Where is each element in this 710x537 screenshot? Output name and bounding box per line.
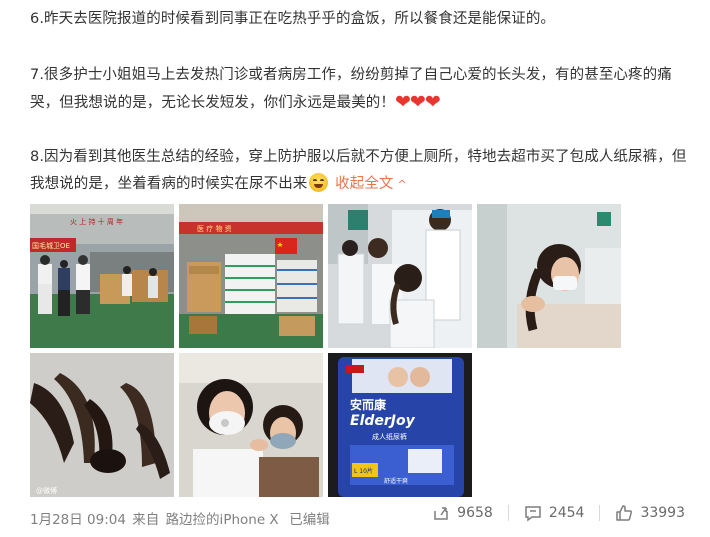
note-text: 舒适干爽 [384,477,408,485]
collapse-label: 收起全文 [335,176,394,192]
post-date[interactable]: 1月28日 09:04 [30,512,126,528]
photo-thumbnail-7[interactable]: 安而康 ElderJoy 成人纸尿裤 L 10片 舒适干爽 [328,353,472,497]
selfie-photo [179,353,323,497]
watermark-text: @微博 [36,486,57,495]
product-text: 成人纸尿裤 [372,432,407,441]
heart-emoji-icon: ❤❤❤ [395,91,441,113]
laugh-emoji-icon [309,173,329,192]
share-icon [434,507,448,520]
diaper-pack-photo: 安而康 ElderJoy 成人纸尿裤 L 10片 舒适干爽 [328,353,472,497]
woman-hair-photo [477,204,621,348]
comment-button[interactable]: 2454 [524,504,585,522]
comment-icon [525,506,541,522]
photo-thumbnail-1[interactable]: 火 上 持 十 周 年 国毛城卫OE [30,204,174,348]
post-paragraph-7: 7.很多护士小姐姐马上去发热门诊或者病房工作，纷纷剪掉了自己心爱的长头发，有的甚… [30,62,690,117]
thumbs-up-icon [616,505,633,521]
post-paragraph-7-text: 7.很多护士小姐姐马上去发热门诊或者病房工作，纷纷剪掉了自己心爱的长头发，有的甚… [30,67,672,111]
post-paragraph-6: 6.昨天去医院报道的时候看到同事正在吃热乎乎的盒饭，所以餐食还是能保证的。 [30,11,556,27]
photo-thumbnail-4[interactable] [477,204,621,348]
from-label: 来自 [132,512,160,528]
photo-thumbnail-3[interactable] [328,204,472,348]
chevron-up-icon: ^ [397,178,407,191]
haircut-photo [328,204,472,348]
post-source[interactable]: 路边捡的iPhone X [166,512,279,528]
edited-label[interactable]: 已编辑 [289,512,330,528]
post-paragraph-8: 8.因为看到其他医生总结的经验，穿上防护服以后就不方便上厕所，特地去超市买了包成… [30,144,690,198]
action-divider [507,505,509,521]
banner-text: 医 疗 物 资 [197,224,232,233]
photo-thumbnail-2[interactable]: 医 疗 物 资 [179,204,323,348]
action-divider [599,505,601,521]
collapse-full-text-link[interactable]: 收起全文 ^ [335,176,407,192]
repost-count: 9658 [457,505,493,521]
like-button[interactable]: 33993 [615,504,685,522]
supplies-photo: 医 疗 物 资 [179,204,323,348]
post-footer: 1月28日 09:04 来自 路边捡的iPhone X 已编辑 9658 245… [0,504,710,534]
banner-text-top: 火 上 持 十 周 年 [70,217,123,226]
post-meta: 1月28日 09:04 来自 路边捡的iPhone X 已编辑 [30,508,332,528]
cut-hair-photo: @微博 [30,353,174,497]
repost-button[interactable]: 9658 [432,504,493,522]
warehouse-photo: 火 上 持 十 周 年 国毛城卫OE [30,204,174,348]
comment-count: 2454 [548,505,585,521]
size-text: L 10片 [354,467,373,475]
post-actions: 9658 2454 33993 [432,504,685,522]
photo-thumbnail-6[interactable] [179,353,323,497]
photo-thumbnail-5[interactable]: @微博 [30,353,174,497]
banner-text-red: 国毛城卫OE [32,241,70,250]
brand-en-text: ElderJoy [350,413,416,429]
brand-cn-text: 安而康 [350,397,387,412]
like-count: 33993 [640,505,685,521]
